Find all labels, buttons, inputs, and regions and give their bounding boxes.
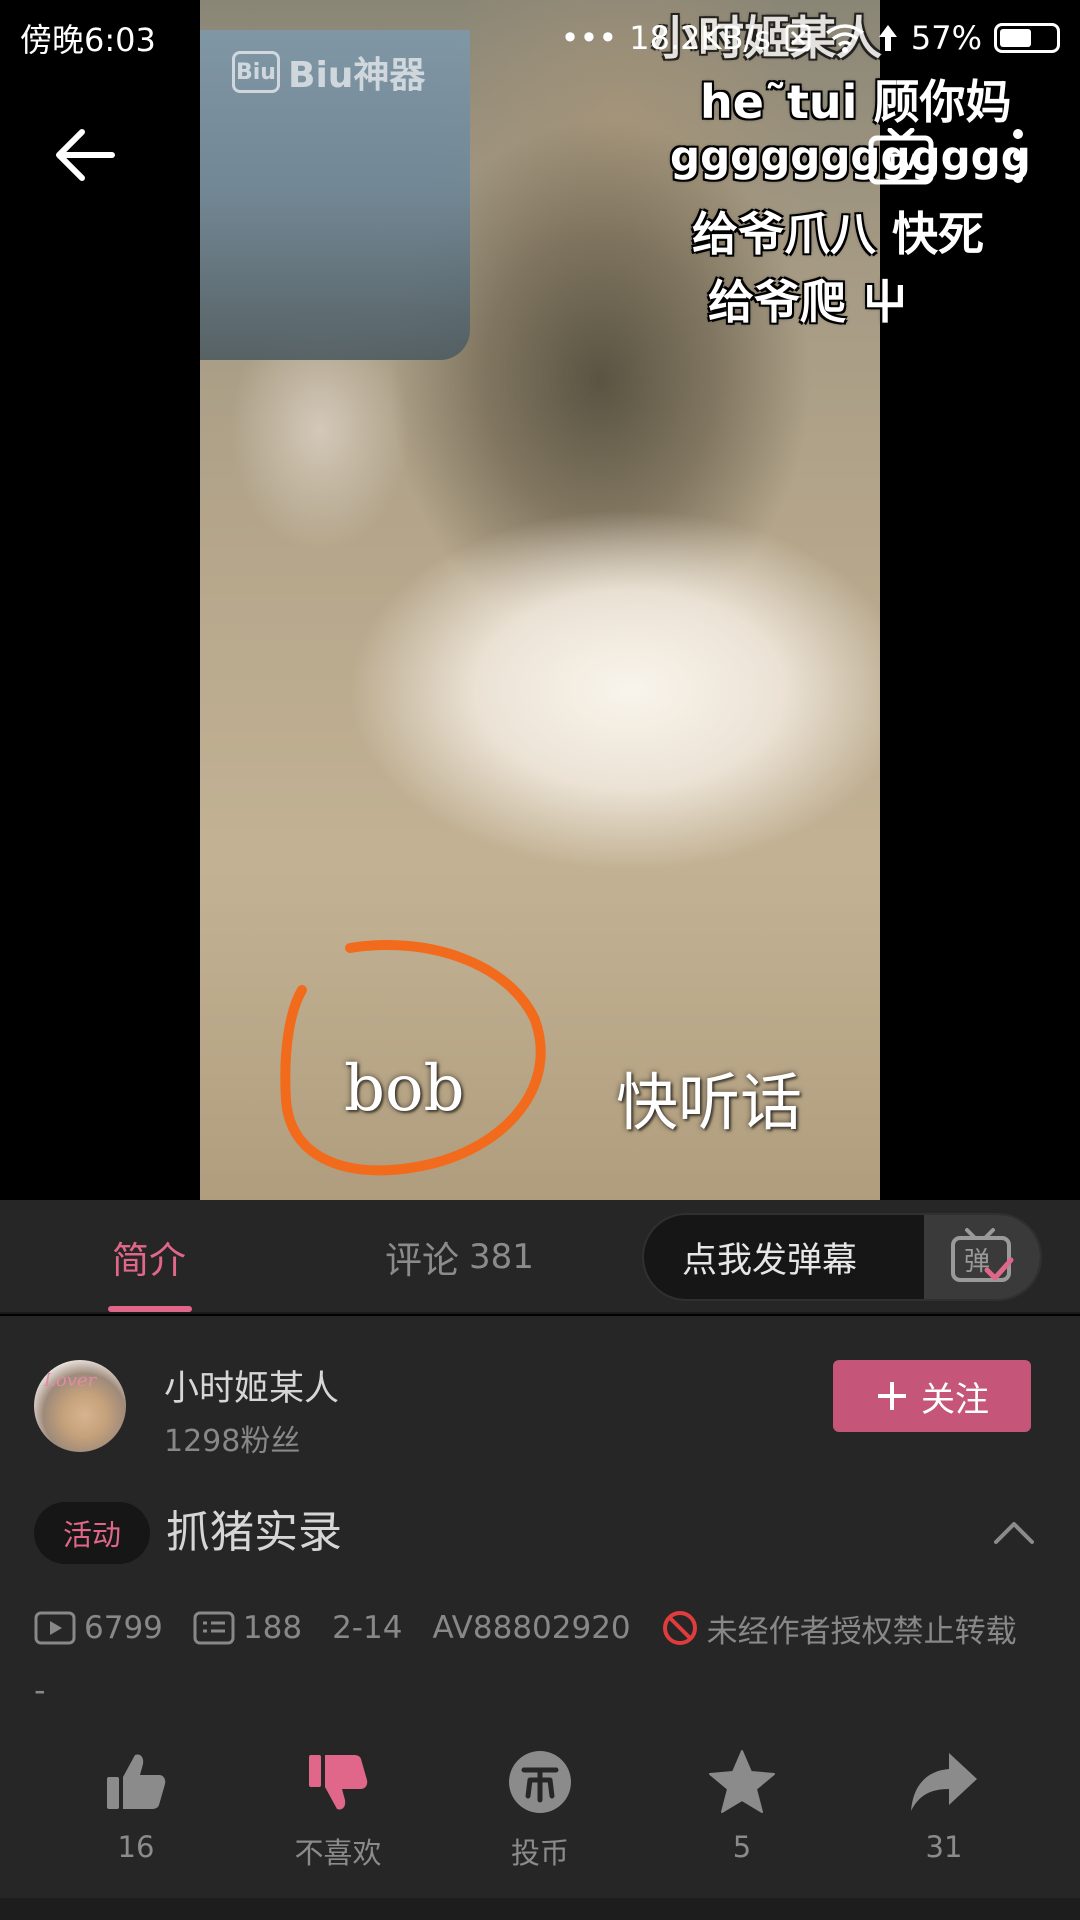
more-options-icon[interactable] (1000, 126, 1036, 186)
upload-arrow-icon (878, 25, 897, 51)
dislike-label: 不喜欢 (294, 1836, 382, 1870)
thumbs-up-icon (107, 1754, 166, 1809)
favorite-count: 5 (732, 1830, 752, 1864)
tab-comments[interactable]: 评论 381 (385, 1200, 534, 1314)
subtitle-quick-listen: 快听话 (616, 1066, 803, 1139)
video-description: - (34, 1671, 46, 1709)
plus-icon (878, 1382, 906, 1410)
follow-label: 关注 (921, 1379, 989, 1420)
star-icon (709, 1750, 775, 1813)
stat-views: 6799 (34, 1610, 163, 1646)
danmaku-input[interactable]: 点我发弹幕 弹 (642, 1213, 1042, 1301)
share-count: 31 (925, 1830, 963, 1864)
coin-icon (509, 1751, 571, 1813)
tv-cast-icon[interactable]: TV (866, 128, 936, 188)
like-count: 16 (117, 1830, 155, 1864)
svg-text:TV: TV (885, 151, 917, 176)
activity-tag-label: 活动 (62, 1518, 121, 1552)
comment-count: 381 (469, 1237, 534, 1277)
share-arrow-icon (911, 1753, 977, 1811)
uploader-name[interactable]: 小时姬某人 (164, 1360, 339, 1411)
back-arrow-icon[interactable] (50, 120, 120, 190)
follow-button[interactable]: 关注 (833, 1360, 1031, 1432)
danmaku-comment: 给爷爪八 快死 (692, 207, 985, 261)
bottom-divider (0, 1898, 1080, 1920)
stat-av-id: AV88802920 (432, 1610, 630, 1646)
video-player[interactable]: Biu Biu神器 小时姬某人 he˜tui 顾你妈 gggggggggggg … (0, 0, 1080, 1200)
video-stats: 6799 188 2-14 AV88802920 未经作者授权禁止转载 (34, 1598, 1017, 1658)
like-button[interactable]: 16 (56, 1746, 216, 1864)
tab-intro-label: 简介 (112, 1239, 186, 1282)
chevron-up-icon[interactable] (992, 1512, 1036, 1552)
danmaku-count-icon (193, 1611, 235, 1645)
coin-label: 投币 (510, 1836, 569, 1870)
stat-date: 2-14 (332, 1610, 402, 1646)
share-button[interactable]: 31 (864, 1746, 1024, 1864)
uploader-fans: 1298粉丝 (164, 1424, 301, 1459)
stat-copyright: 未经作者授权禁止转载 (661, 1606, 1017, 1651)
avatar-lover-text: Lover (44, 1370, 97, 1391)
danmaku-count: 188 (242, 1610, 303, 1646)
publish-date: 2-14 (332, 1610, 403, 1646)
battery-icon (994, 23, 1060, 53)
copyright-notice: 未经作者授权禁止转载 (706, 1613, 1017, 1650)
tab-active-indicator (108, 1306, 192, 1312)
tab-comments-label: 评论 (385, 1239, 459, 1282)
battery-percent: 57% (910, 19, 982, 57)
dislike-button[interactable]: 不喜欢 (258, 1746, 418, 1872)
network-speed: 18.2KB/s (629, 19, 771, 57)
av-id: AV88802920 (432, 1610, 631, 1646)
activity-tag[interactable]: 活动 (34, 1502, 150, 1564)
stat-danmaku: 188 (193, 1610, 302, 1646)
circle-annotation (280, 940, 546, 1176)
status-indicators: ••• 18.2KB/s 57% (561, 19, 1060, 57)
more-notifications-icon: ••• (560, 19, 618, 57)
thumbs-down-icon (309, 1755, 368, 1810)
sim-off-icon (785, 24, 811, 52)
no-repost-icon (662, 1611, 697, 1645)
status-time: 傍晚6:03 (20, 21, 156, 59)
uploader-avatar[interactable]: Lover (34, 1360, 126, 1452)
action-bar: 16 不喜欢 投币 5 31 (0, 1746, 1080, 1886)
video-info-panel: Lover 小时姬某人 1298粉丝 关注 活动 抓猪实录 6799 188 2… (0, 1316, 1080, 1920)
coin-button[interactable]: 投币 (460, 1746, 620, 1872)
danmaku-comment: 给爷爬 屮 (708, 275, 909, 329)
danmaku-input-placeholder[interactable]: 点我发弹幕 (644, 1215, 924, 1299)
status-bar: 傍晚6:03 ••• 18.2KB/s 57% (0, 0, 1080, 76)
danmaku-toggle-icon: 弹 (951, 1228, 1014, 1282)
favorite-button[interactable]: 5 (662, 1746, 822, 1864)
play-count-icon (34, 1611, 76, 1645)
tab-intro[interactable]: 简介 (112, 1200, 186, 1314)
video-title: 抓猪实录 (166, 1507, 342, 1558)
view-count: 6799 (84, 1610, 163, 1646)
danmaku-toggle-button[interactable]: 弹 (924, 1215, 1040, 1299)
danmaku-comment: gggggggggggg (670, 132, 1031, 181)
wifi-icon (825, 24, 864, 53)
